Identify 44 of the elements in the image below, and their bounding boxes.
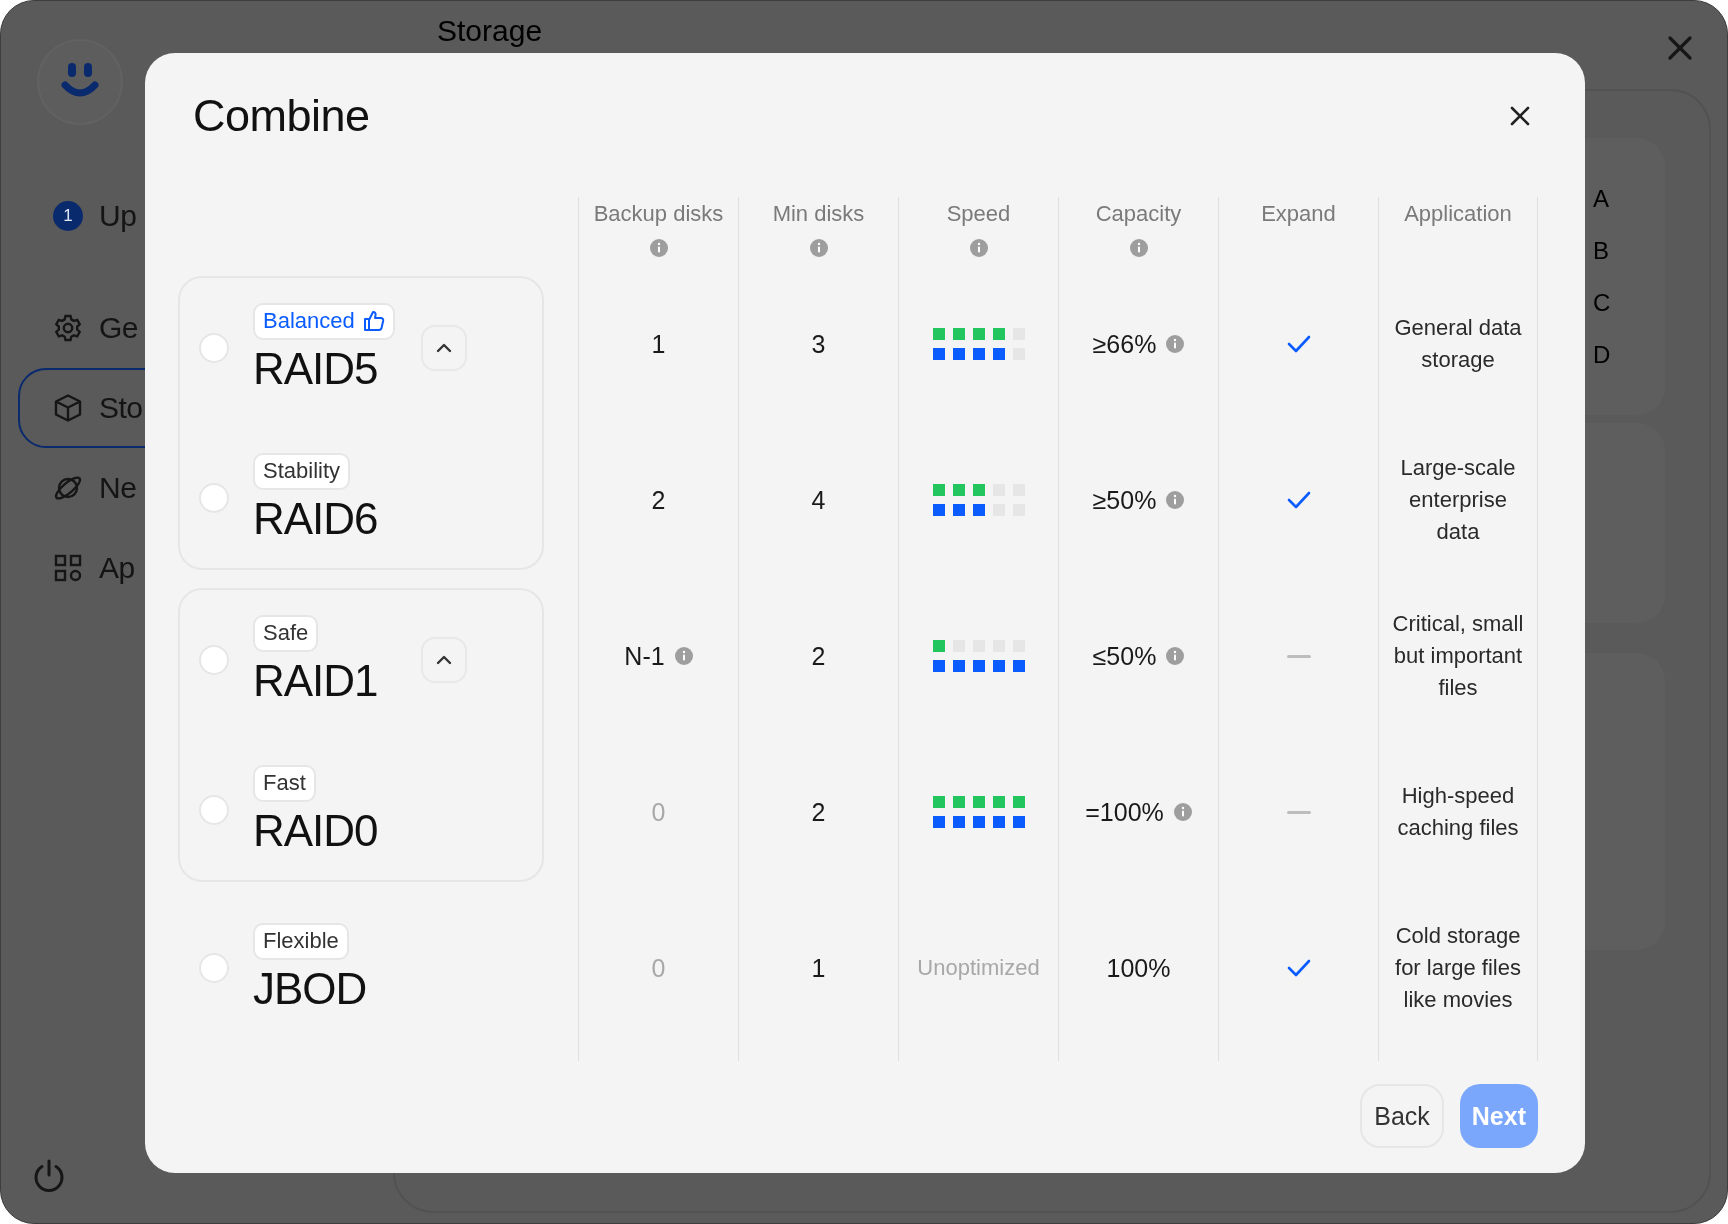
column-header: Speed xyxy=(946,201,1011,227)
column-header: Capacity xyxy=(1095,201,1182,227)
raid-level-name: RAID6 xyxy=(253,493,378,544)
application-text: High-speed caching files xyxy=(1396,782,1520,842)
backup-disks-value: N-1 xyxy=(624,641,665,671)
min-disks-value: 2 xyxy=(811,641,826,671)
application-text: General data storage xyxy=(1393,314,1523,374)
capacity-value: =100% xyxy=(1085,797,1164,827)
dialog-title: Combine xyxy=(193,90,370,142)
min-disks-value: 2 xyxy=(811,797,826,827)
capacity-value: ≥66% xyxy=(1092,329,1157,359)
row-label: D xyxy=(1593,340,1612,370)
backup-disks-value: 0 xyxy=(651,953,666,983)
capacity-value: 100% xyxy=(1106,953,1171,983)
tag-text: Stability xyxy=(263,458,341,484)
column-header: Min disks xyxy=(772,201,865,227)
application-text: Cold storage for large files like movies xyxy=(1394,922,1522,1014)
raid-level-name: RAID5 xyxy=(253,343,378,394)
backup-disks-value: 2 xyxy=(651,485,666,515)
raid-level-name: RAID1 xyxy=(253,655,378,706)
capacity-value: ≤50% xyxy=(1092,641,1157,671)
capacity-value: ≥50% xyxy=(1092,485,1157,515)
column-header: Expand xyxy=(1261,201,1336,227)
application-text: Large-scale enterprise data xyxy=(1399,454,1517,546)
row-label: C xyxy=(1593,288,1612,318)
min-disks-value: 1 xyxy=(811,953,826,983)
tag-text: Flexible xyxy=(263,928,339,954)
row-label: A xyxy=(1593,184,1610,214)
raid-level-name: RAID0 xyxy=(253,805,378,856)
min-disks-value: 3 xyxy=(811,329,826,359)
column-header: Application xyxy=(1404,201,1512,227)
row-label: B xyxy=(1593,236,1610,266)
backup-disks-value: 1 xyxy=(651,329,666,359)
notification-count: 1 xyxy=(53,201,83,231)
speed-value: Unoptimized xyxy=(917,955,1040,981)
column-header: Backup disks xyxy=(593,201,724,227)
tag-text: Balanced xyxy=(263,308,355,334)
tag-text: Safe xyxy=(263,620,309,646)
application-text: Critical, small but important files xyxy=(1391,610,1525,702)
raid-level-name: JBOD xyxy=(253,963,367,1014)
tag-text: Fast xyxy=(263,770,306,796)
page-title: Storage xyxy=(437,13,543,49)
min-disks-value: 4 xyxy=(811,485,826,515)
backup-disks-value: 0 xyxy=(651,797,666,827)
